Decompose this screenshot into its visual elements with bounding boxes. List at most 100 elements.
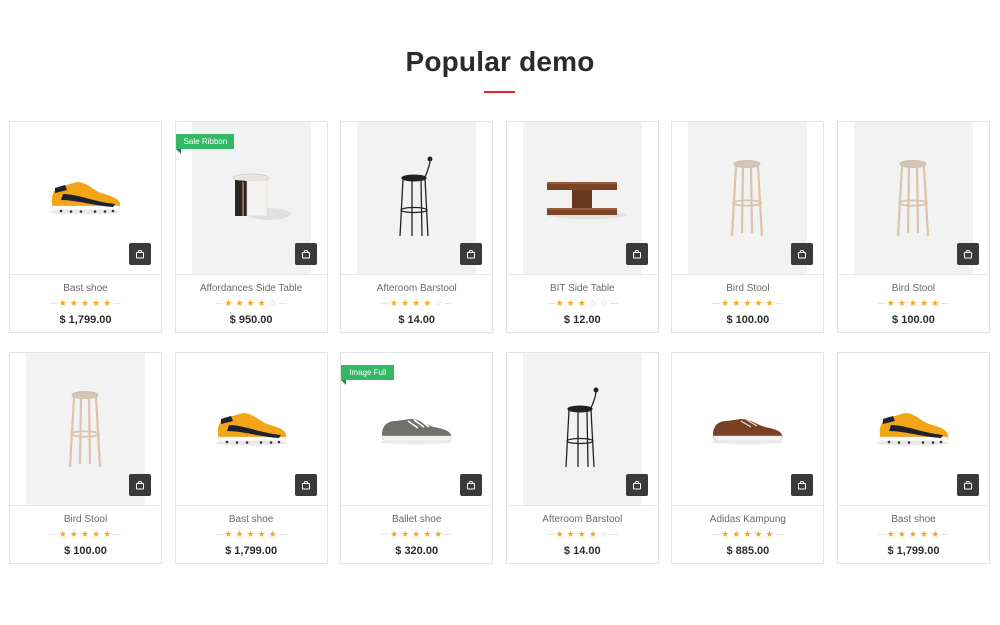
add-to-cart-button[interactable] xyxy=(956,474,979,496)
product-price: $ 100.00 xyxy=(64,545,107,557)
star-icon: ★ xyxy=(411,298,423,308)
product-image[interactable]: Sale Ribbon xyxy=(175,122,327,274)
star-icon: ★ xyxy=(256,529,268,539)
star-icon: ★ xyxy=(102,298,114,308)
star-icon: ★ xyxy=(587,529,599,539)
add-to-cart-button[interactable] xyxy=(791,474,814,496)
product-name[interactable]: Bird Stool xyxy=(672,283,823,294)
shopping-bag-icon xyxy=(135,480,145,490)
star-icon: ★ xyxy=(256,298,268,308)
product-image[interactable] xyxy=(672,122,823,274)
product-card[interactable]: Bird Stool ★ ★ ★ ★ ★ $ 100.00 xyxy=(9,352,162,564)
shopping-bag-icon xyxy=(632,249,642,259)
star-icon: ★ xyxy=(223,298,235,308)
star-icon: ★ xyxy=(91,529,103,539)
shopping-bag-icon xyxy=(135,249,145,259)
product-image[interactable] xyxy=(838,122,989,274)
product-name[interactable]: Affordances Side Table xyxy=(176,283,327,294)
star-icon: ★ xyxy=(79,298,92,308)
card-divider xyxy=(175,274,327,275)
product-card[interactable]: Sale Ribbon Affordances Side Table ★ ★ ★ ★ ☆… xyxy=(174,121,328,333)
star-icon: ★ xyxy=(896,298,908,308)
product-image[interactable]: Image Full xyxy=(341,353,492,505)
star-icon: ★ xyxy=(554,298,566,308)
card-divider xyxy=(175,505,327,506)
star-icon: ☆ xyxy=(598,298,610,308)
product-name[interactable]: Afteroom Barstool xyxy=(341,283,492,294)
star-icon: ★ xyxy=(919,298,931,308)
star-icon: ★ xyxy=(919,529,931,539)
product-price: $ 320.00 xyxy=(395,545,439,557)
star-icon: ★ xyxy=(388,529,401,539)
add-to-cart-button[interactable] xyxy=(129,474,151,496)
product-price: $ 100.00 xyxy=(726,314,770,326)
product-card[interactable]: Bast shoe ★ ★ ★ ★ ★ $ 1,799.00 xyxy=(174,352,328,564)
star-icon: ★ xyxy=(245,529,257,539)
star-icon: ★ xyxy=(907,529,919,539)
star-icon: ★ xyxy=(720,529,732,539)
product-image[interactable] xyxy=(838,353,989,505)
star-icon: ☆ xyxy=(267,298,279,308)
product-ribbon: Image Full xyxy=(341,365,394,385)
product-card[interactable]: Afteroom Barstool ★ ★ ★ ★ ☆ $ 14.00 xyxy=(340,121,494,333)
product-image[interactable] xyxy=(176,353,327,505)
add-to-cart-button[interactable] xyxy=(294,243,317,265)
product-card[interactable]: Bast shoe ★ ★ ★ ★ ★ $ 1,799.00 xyxy=(9,121,162,333)
card-divider xyxy=(341,274,493,275)
product-name[interactable]: Bird Stool xyxy=(838,283,989,294)
product-card[interactable]: BIT Side Table ★ ★ ★ ☆ ☆ $ 12.00 xyxy=(505,121,659,333)
add-to-cart-button[interactable] xyxy=(460,474,483,496)
star-icon: ★ xyxy=(68,529,80,539)
star-icon: ★ xyxy=(576,529,588,539)
product-rating: ★ ★ ★ ★ ★ xyxy=(672,528,823,540)
add-to-cart-button[interactable] xyxy=(294,474,317,496)
card-divider xyxy=(506,274,658,275)
product-image[interactable] xyxy=(10,122,161,274)
section-title: Popular demo xyxy=(405,46,595,77)
product-image[interactable] xyxy=(341,122,492,274)
star-icon: ★ xyxy=(245,298,257,308)
product-name[interactable]: Ballet shoe xyxy=(341,514,492,525)
product-price: $ 12.00 xyxy=(563,314,601,326)
product-card[interactable]: Bird Stool ★ ★ ★ ★ ★ $ 100.00 xyxy=(836,121,990,333)
product-card[interactable]: Adidas Kampung ★ ★ ★ ★ ★ $ 885.00 xyxy=(671,352,825,564)
add-to-cart-button[interactable] xyxy=(791,243,814,265)
product-name[interactable]: Bast shoe xyxy=(176,514,327,525)
add-to-cart-button[interactable] xyxy=(129,243,151,265)
product-name[interactable]: Bast shoe xyxy=(838,514,989,525)
product-card[interactable]: Bast shoe ★ ★ ★ ★ ★ $ 1,799.00 xyxy=(836,352,990,564)
product-name[interactable]: Bast shoe xyxy=(10,283,161,294)
product-image[interactable] xyxy=(672,353,823,505)
star-icon: ★ xyxy=(742,298,754,308)
product-image[interactable] xyxy=(507,353,658,505)
card-divider xyxy=(10,274,161,275)
card-divider xyxy=(837,274,989,275)
star-icon: ★ xyxy=(68,298,80,308)
product-rating: ★ ★ ★ ★ ★ xyxy=(838,297,989,309)
shopping-bag-icon xyxy=(797,249,807,259)
product-card[interactable]: Afteroom Barstool ★ ★ ★ ★ ☆ $ 14.00 xyxy=(505,352,659,564)
star-icon: ★ xyxy=(554,529,566,539)
star-icon: ★ xyxy=(576,298,588,308)
add-to-cart-button[interactable] xyxy=(625,474,648,496)
star-icon: ★ xyxy=(753,298,765,308)
add-to-cart-button[interactable] xyxy=(956,243,979,265)
add-to-cart-button[interactable] xyxy=(625,243,648,265)
star-icon: ★ xyxy=(223,529,235,539)
shopping-bag-icon xyxy=(466,480,476,490)
product-image[interactable] xyxy=(507,122,658,274)
add-to-cart-button[interactable] xyxy=(460,243,483,265)
product-card[interactable]: Image Full Ballet shoe ★ ★ ★ ★ ★ $ 320.00 xyxy=(340,352,494,564)
star-icon: ★ xyxy=(102,529,114,539)
product-name[interactable]: Afteroom Barstool xyxy=(507,514,658,525)
product-image[interactable] xyxy=(10,353,161,505)
product-name[interactable]: Bird Stool xyxy=(10,514,161,525)
star-icon: ★ xyxy=(885,298,897,308)
star-icon: ★ xyxy=(720,298,732,308)
product-card[interactable]: Bird Stool ★ ★ ★ ★ ★ $ 100.00 xyxy=(671,121,825,333)
product-name[interactable]: Adidas Kampung xyxy=(672,514,823,525)
product-rating: ★ ★ ★ ★ ☆ xyxy=(507,528,658,540)
product-name[interactable]: BIT Side Table xyxy=(507,283,658,294)
product-rating: ★ ★ ★ ★ ★ xyxy=(176,528,327,540)
star-icon: ★ xyxy=(885,529,897,539)
